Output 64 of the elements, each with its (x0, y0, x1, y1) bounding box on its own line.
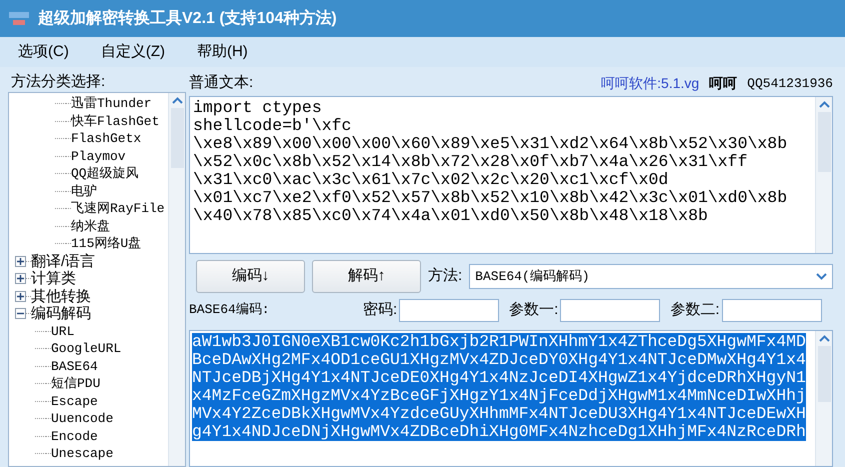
text-line: \x01\xc7\xe2\xf0\x52\x57\x8b\x52\x10\x8b\x42\x3c\x01\xd0\x8b (193, 189, 788, 207)
tree-item[interactable]: 翻译/语言 (31, 252, 96, 270)
tree-item[interactable]: QQ超级旋风 (71, 165, 139, 182)
scrollbar-thumb[interactable] (818, 112, 830, 172)
qq-number: QQ541231936 (747, 74, 833, 93)
website-link[interactable]: 呵呵软件:5.1.vg (601, 73, 700, 94)
tree-item[interactable]: Encode (51, 428, 98, 445)
tree-item[interactable]: 电驴 (71, 182, 97, 200)
text-scrollbar[interactable] (815, 331, 832, 466)
expand-icon[interactable] (15, 256, 26, 267)
scroll-up-icon[interactable] (818, 335, 830, 342)
expand-icon[interactable] (15, 290, 26, 302)
tree-item[interactable]: 飞速网RayFile (71, 200, 165, 218)
tree-item[interactable]: GoogleURL (51, 340, 122, 358)
decode-button[interactable]: 解码↑ (312, 260, 421, 293)
tree-item[interactable]: Uuencode (51, 410, 114, 428)
tree-item[interactable]: 纳米盘 (71, 218, 110, 235)
tree-item[interactable]: 编码解码 (31, 305, 91, 322)
tree-item[interactable]: Unescape (51, 445, 114, 462)
scroll-up-icon[interactable] (172, 97, 182, 104)
tree-item[interactable]: 快车FlashGet (71, 112, 160, 130)
param-field[interactable] (399, 298, 500, 322)
text-line: \x52\x0c\x8b\x52\x14\x8b\x72\x28\x0f\xb7\x4a\x26\x31\xff (193, 153, 748, 171)
param-label: 参数二: (670, 300, 720, 320)
expand-icon[interactable] (15, 273, 26, 284)
tree-item[interactable]: BASE64 (51, 358, 98, 375)
param-label: 密码: (363, 300, 398, 320)
encode-button[interactable]: 编码↓ (196, 260, 305, 293)
text-line: \xe8\x89\x00\x00\x00\x60\x89\xe5\x31\xd2\x64\x8b\x52\x30\x8b (193, 135, 788, 153)
menu-item[interactable]: 自定义(Z) (100, 40, 165, 64)
tree-scrollbar[interactable] (168, 93, 185, 466)
tree-item[interactable]: Playmov (71, 148, 126, 165)
tree-label: 方法分类选择: (10, 72, 106, 92)
tree-item[interactable]: Escape (51, 392, 98, 410)
tree-item[interactable]: 迅雷Thunder (71, 95, 152, 112)
param-field[interactable] (722, 298, 822, 322)
menu-item[interactable]: 帮助(H) (196, 40, 248, 64)
tree-item[interactable]: 计算类 (31, 270, 76, 288)
scrollbar-thumb[interactable] (170, 108, 184, 168)
param-field[interactable] (560, 298, 660, 322)
method-select[interactable]: BASE64(编码解码) (469, 264, 833, 289)
input-label: 普通文本: (189, 72, 254, 92)
scrollbar-thumb[interactable] (818, 346, 830, 402)
text-line: \x31\xc0\xac\x3c\x61\x7c\x02\x2c\x20\xc1\xcf\x0d (193, 171, 668, 189)
tree-item[interactable]: FlashGetx (71, 130, 142, 148)
menu-item[interactable]: 选项(C) (18, 40, 69, 64)
text-scrollbar[interactable] (815, 97, 832, 253)
encoded-text-area[interactable] (189, 330, 833, 467)
chevron-down-icon (816, 273, 827, 280)
param-label: 参数一: (509, 300, 558, 320)
text-line: \x40\x78\x85\xc0\x74\x4a\x01\xd0\x50\x8b\x48\x18\x8b (193, 207, 708, 225)
author-name: 呵呵 (709, 74, 738, 93)
tree-item[interactable]: 其他转换 (31, 288, 91, 305)
tree-item[interactable]: 短信PDU (51, 375, 100, 392)
text-line: shellcode=b'\xfc (193, 117, 352, 135)
window-title: 超级加解密转换工具V2.1 (支持104种方法) (38, 8, 337, 28)
collapse-icon[interactable] (15, 308, 26, 320)
text-line: import ctypes (193, 99, 322, 117)
scroll-up-icon[interactable] (818, 101, 830, 108)
plain-text-area[interactable] (189, 96, 833, 254)
output-label: BASE64编码: (189, 301, 271, 320)
method-label: 方法: (428, 266, 462, 286)
tree-item[interactable]: URL (51, 322, 74, 340)
tree-item[interactable]: 115网络U盘 (71, 235, 142, 252)
